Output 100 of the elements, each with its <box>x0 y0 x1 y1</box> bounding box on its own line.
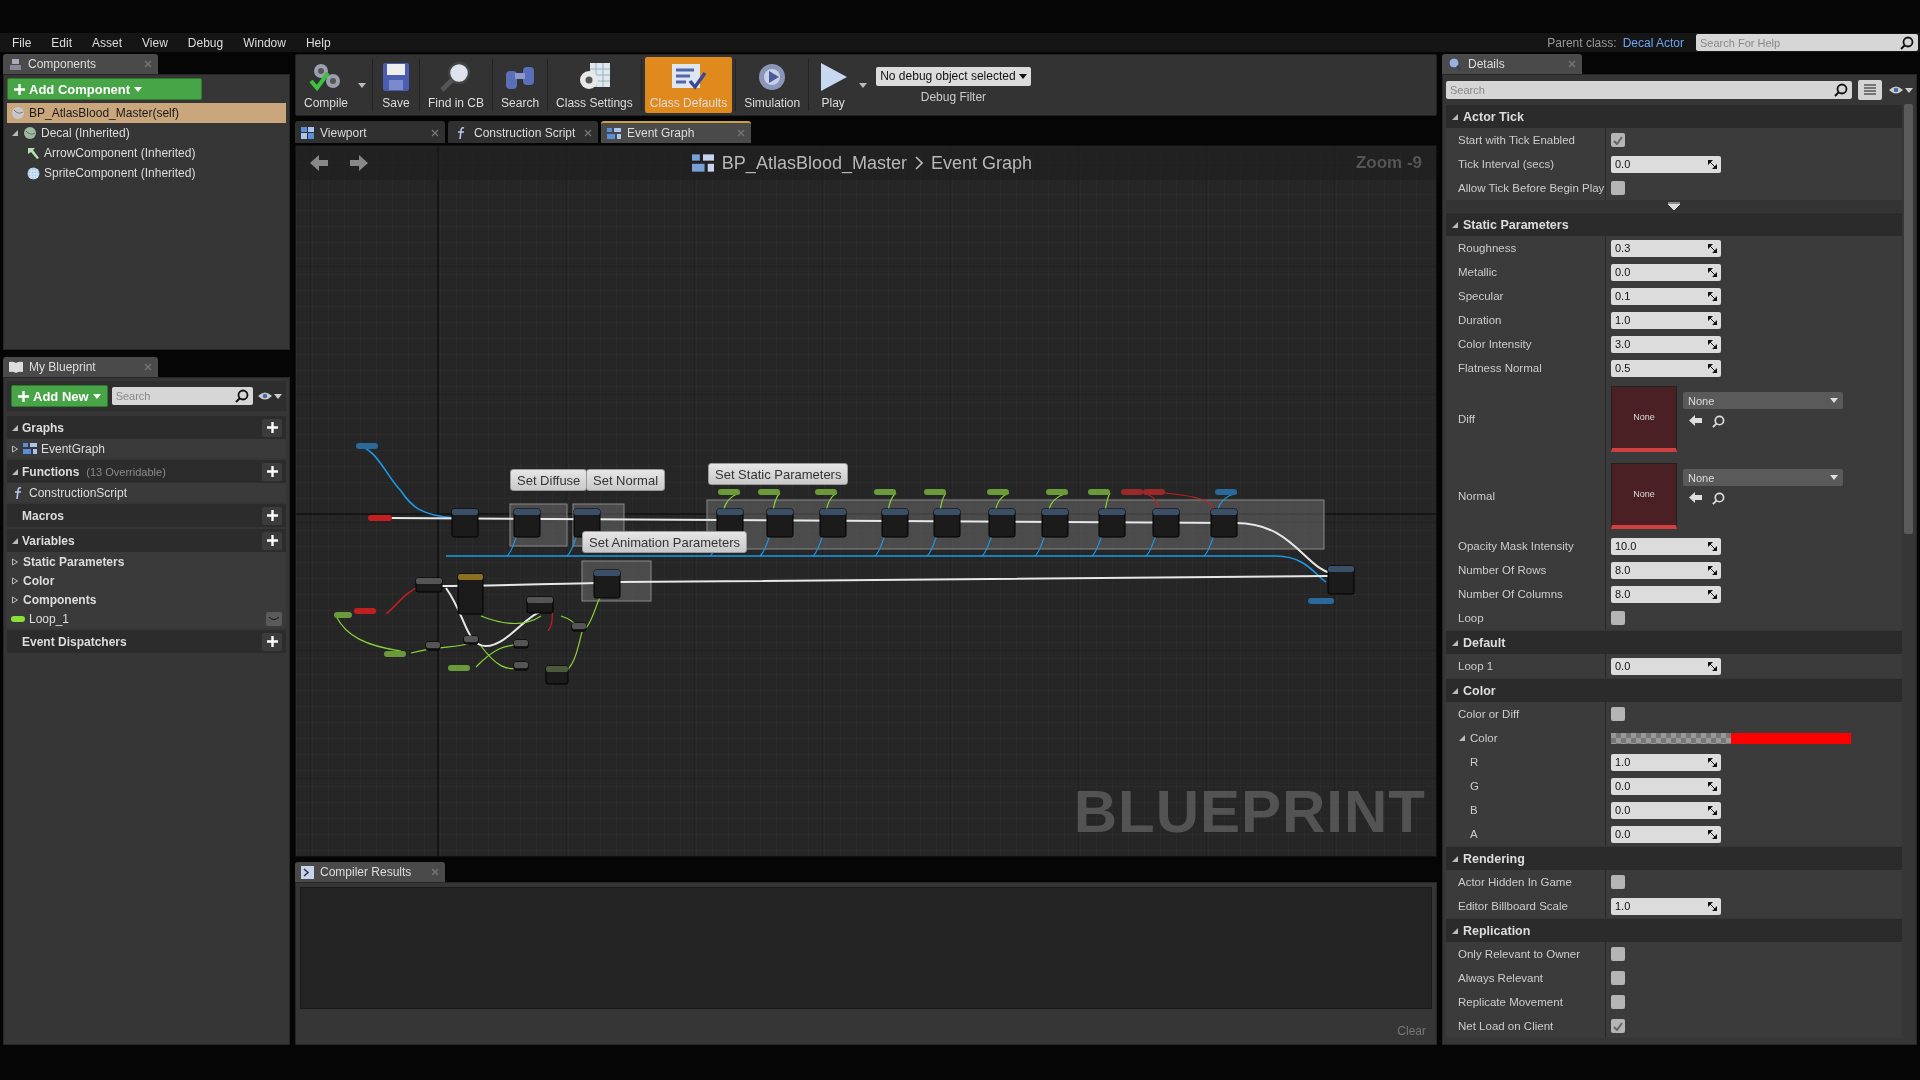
checkbox[interactable] <box>1611 181 1625 195</box>
comment-label[interactable]: Set Static Parameters <box>708 463 849 485</box>
list-item[interactable]: Components <box>7 590 286 609</box>
editor-tab[interactable]: Construction Script <box>448 121 598 143</box>
checkbox[interactable] <box>1611 875 1625 889</box>
panel-tab[interactable]: Details <box>1442 54 1582 74</box>
number-field[interactable]: 0.0 <box>1611 825 1721 843</box>
toolbar-button[interactable]: Save <box>376 57 416 113</box>
number-field[interactable]: 1.0 <box>1611 897 1721 915</box>
texture-thumbnail[interactable]: None <box>1611 462 1677 529</box>
panel-tab[interactable]: My Blueprint <box>3 357 158 377</box>
triangle-icon[interactable] <box>11 536 19 545</box>
list-item[interactable]: ConstructionScript <box>7 483 286 502</box>
panel-tab[interactable]: Compiler Results <box>295 862 445 882</box>
triangle-icon[interactable] <box>11 595 19 604</box>
tree-item[interactable]: SpriteComponent (Inherited) <box>7 163 286 183</box>
triangle-icon[interactable] <box>1451 854 1459 863</box>
editor-tab[interactable]: Viewport <box>295 121 445 143</box>
add-button[interactable] <box>262 462 282 481</box>
checkbox[interactable] <box>1611 1019 1625 1033</box>
editor-tab[interactable]: Event Graph <box>601 121 751 143</box>
comment-label[interactable]: Set Diffuse <box>510 469 588 491</box>
checkbox[interactable] <box>1611 133 1625 147</box>
visibility-toggle[interactable] <box>266 611 282 626</box>
checkbox[interactable] <box>1611 611 1625 625</box>
property-label: A <box>1470 828 1478 840</box>
tree-item[interactable]: Decal (Inherited) <box>7 123 286 143</box>
number-field[interactable]: 10.0 <box>1611 537 1721 555</box>
property-label: Number Of Columns <box>1458 588 1563 600</box>
triangle-icon[interactable] <box>1451 220 1459 229</box>
tree-item[interactable]: BP_AtlasBlood_Master(self) <box>7 103 286 123</box>
scrollbar[interactable] <box>1904 104 1913 534</box>
add-button[interactable] <box>262 418 282 437</box>
number-field[interactable]: 0.3 <box>1611 239 1721 257</box>
triangle-icon[interactable] <box>11 423 19 432</box>
menu-item[interactable]: View <box>132 35 178 50</box>
menu-item[interactable]: Window <box>233 35 296 50</box>
number-field[interactable]: 8.0 <box>1611 561 1721 579</box>
triangle-icon[interactable] <box>1458 734 1466 742</box>
list-view-button[interactable] <box>1858 80 1882 100</box>
number-field[interactable]: 3.0 <box>1611 335 1721 353</box>
add-button[interactable] <box>262 531 282 550</box>
panel-tab[interactable]: Components <box>3 54 158 74</box>
toolbar-button[interactable]: Find in CB <box>423 57 490 113</box>
triangle-icon[interactable] <box>1451 638 1459 647</box>
checkbox[interactable] <box>1611 995 1625 1009</box>
toolbar-button[interactable]: Search <box>496 57 545 113</box>
comment-label[interactable]: Set Normal <box>586 469 666 491</box>
list-item[interactable]: Loop_1 <box>7 609 286 628</box>
color-swatch[interactable] <box>1611 732 1851 744</box>
triangle-icon[interactable] <box>1451 112 1459 121</box>
toolbar-button[interactable]: Simulation <box>739 57 806 113</box>
search-field[interactable]: Search <box>1446 81 1852 99</box>
checkbox[interactable] <box>1611 707 1625 721</box>
asset-dropdown[interactable]: None <box>1683 392 1843 409</box>
menu-item[interactable]: Debug <box>177 35 234 50</box>
number-field[interactable]: 1.0 <box>1611 311 1721 329</box>
number-field[interactable]: 0.1 <box>1611 287 1721 305</box>
breadcrumb-link[interactable]: BP_AtlasBlood_Master <box>721 152 907 174</box>
menu-item[interactable]: Help <box>295 35 341 50</box>
checkbox[interactable] <box>1611 947 1625 961</box>
triangle-icon[interactable] <box>1451 926 1459 935</box>
texture-thumbnail[interactable]: None <box>1611 385 1677 452</box>
toolbar-button[interactable]: Class Settings <box>551 57 638 113</box>
triangle-icon[interactable] <box>11 576 19 585</box>
triangle-icon[interactable] <box>1451 686 1459 695</box>
tree-item[interactable]: ArrowComponent (Inherited) <box>7 143 286 163</box>
number-field[interactable]: 0.0 <box>1611 777 1721 795</box>
search-field[interactable]: Search <box>111 387 253 405</box>
menu-item[interactable]: Edit <box>41 35 83 50</box>
list-item[interactable]: Color <box>7 571 286 590</box>
list-item[interactable]: EventGraph <box>7 439 286 458</box>
number-field[interactable]: 0.0 <box>1611 657 1721 675</box>
triangle-icon[interactable] <box>11 129 19 137</box>
number-field[interactable]: 0.0 <box>1611 263 1721 281</box>
triangle-icon[interactable] <box>11 444 19 453</box>
triangle-icon[interactable] <box>11 557 19 566</box>
add-button[interactable] <box>262 506 282 525</box>
parent-class-link[interactable]: Decal Actor <box>1622 35 1684 50</box>
comment-label[interactable]: Set Animation Parameters <box>582 531 748 553</box>
graph-node <box>1210 508 1238 538</box>
advanced-toggle-icon[interactable] <box>1668 202 1680 210</box>
view-options-button[interactable] <box>1888 85 1913 95</box>
checkbox[interactable] <box>1611 971 1625 985</box>
toolbar-button[interactable]: Compile <box>299 57 353 113</box>
menu-item[interactable]: Asset <box>82 35 133 50</box>
triangle-icon[interactable] <box>11 467 19 476</box>
menu-item[interactable]: File <box>2 35 42 50</box>
debug-object-dropdown[interactable]: No debug object selected <box>876 66 1031 86</box>
add-button[interactable] <box>262 632 282 651</box>
number-field[interactable]: 0.0 <box>1611 801 1721 819</box>
list-item[interactable]: Static Parameters <box>7 552 286 571</box>
asset-dropdown[interactable]: None <box>1683 469 1843 486</box>
help-search-field[interactable]: Search For Help <box>1696 34 1918 51</box>
number-field[interactable]: 0.5 <box>1611 359 1721 377</box>
number-field[interactable]: 1.0 <box>1611 753 1721 771</box>
number-field[interactable]: 0.0 <box>1611 155 1721 173</box>
toolbar-button[interactable]: Play <box>812 57 855 113</box>
number-field[interactable]: 8.0 <box>1611 585 1721 603</box>
view-options-button[interactable] <box>257 391 282 401</box>
